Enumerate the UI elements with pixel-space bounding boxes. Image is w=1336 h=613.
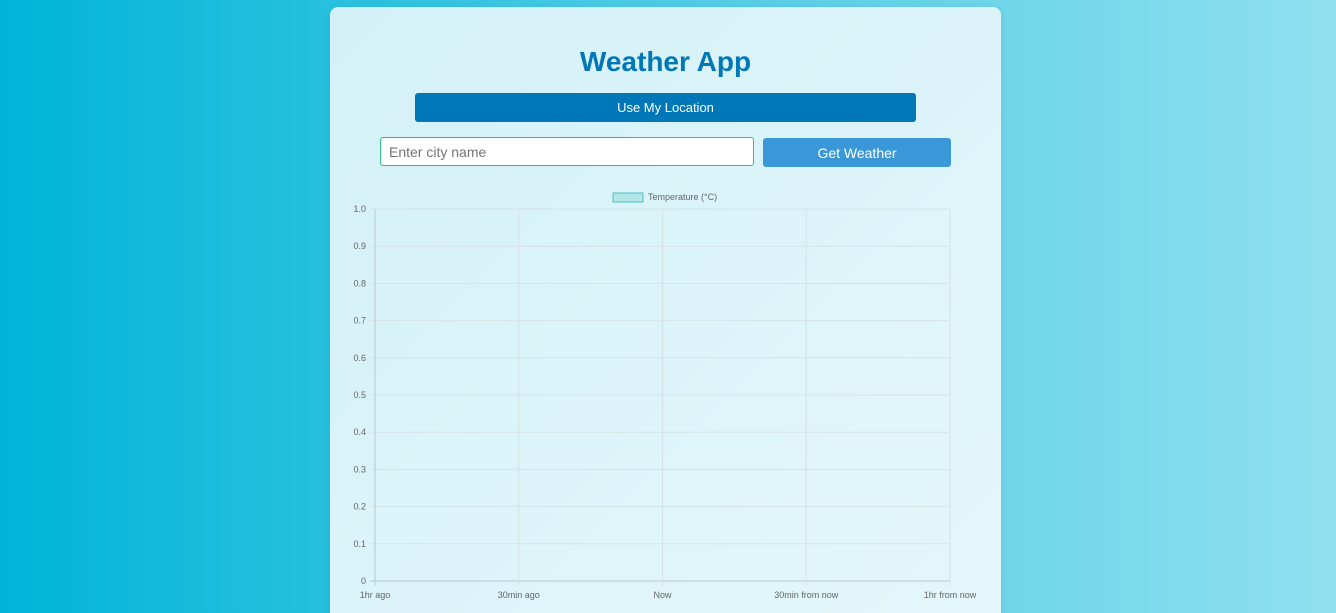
- legend-label-temperature: Temperature (°C): [648, 192, 717, 202]
- y-tick-label: 0.5: [353, 390, 366, 400]
- y-tick-label: 1.0: [353, 204, 366, 214]
- x-tick-label: Now: [653, 590, 672, 600]
- y-tick-label: 0.1: [353, 539, 366, 549]
- x-axis-ticks: 1hr ago 30min ago Now 30min from now 1hr fro…: [360, 590, 977, 600]
- weather-card: Weather App Use My Location Get Weather …: [330, 7, 1001, 613]
- legend-swatch: [612, 192, 644, 203]
- y-tick-label: 0.7: [353, 316, 366, 326]
- x-tick-label: 1hr from now: [924, 590, 977, 600]
- y-tick-label: 0.6: [353, 353, 366, 363]
- chart-legend: Temperature (°C): [612, 192, 717, 203]
- y-tick-label: 0.4: [353, 427, 366, 437]
- y-tick-label: 0: [361, 576, 366, 586]
- x-tick-label: 1hr ago: [360, 590, 391, 600]
- y-axis-ticks: 0 0.1 0.2 0.3 0.4 0.5 0.6 0.7 0.8 0.9 1.0: [353, 204, 366, 586]
- x-tick-label: 30min ago: [498, 590, 540, 600]
- x-tick-label: 30min from now: [774, 590, 839, 600]
- y-tick-label: 0.3: [353, 464, 366, 474]
- y-tick-label: 0.8: [353, 278, 366, 288]
- y-tick-label: 0.2: [353, 502, 366, 512]
- y-tick-label: 0.9: [353, 241, 366, 251]
- chart-grid: [370, 208, 951, 586]
- temperature-chart: 0 0.1 0.2 0.3 0.4 0.5 0.6 0.7 0.8 0.9 1.0 1hr ago 3…: [353, 192, 977, 600]
